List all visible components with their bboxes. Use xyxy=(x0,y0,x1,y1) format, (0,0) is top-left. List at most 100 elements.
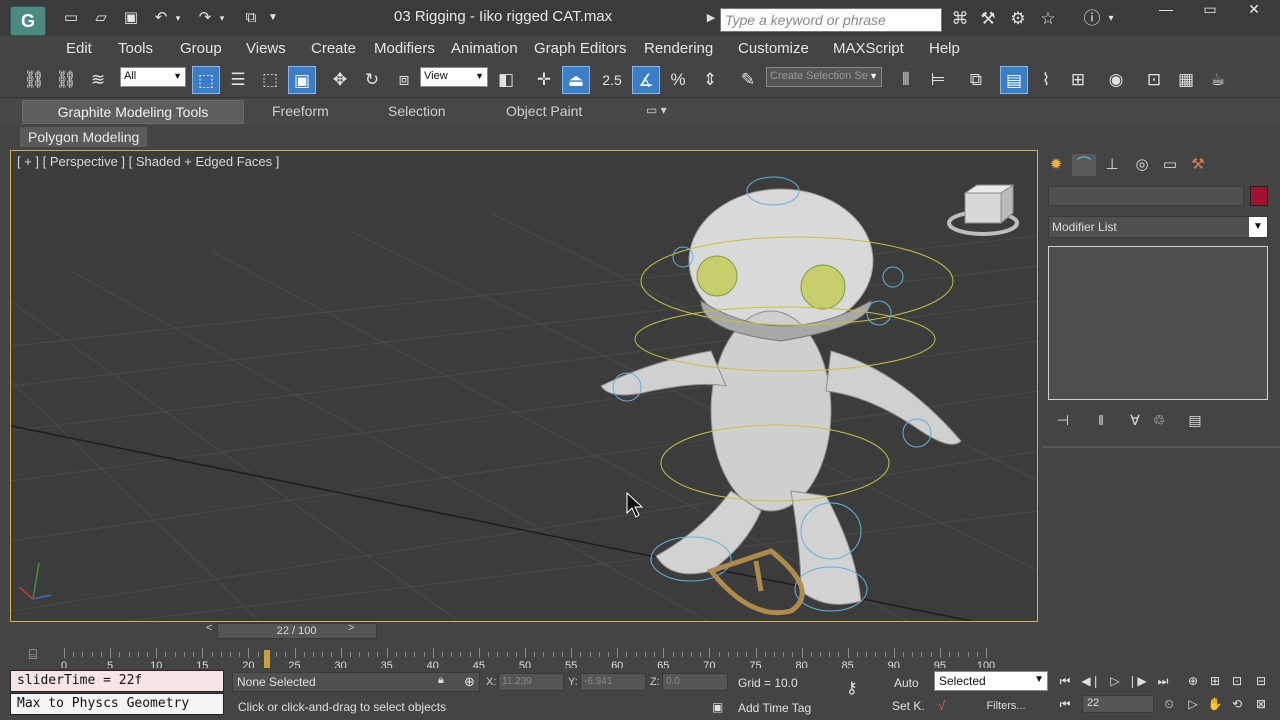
menu-tools[interactable]: Tools xyxy=(118,40,153,57)
maximize-viewport-icon[interactable]: ⊠ xyxy=(1250,695,1272,713)
add-time-tag-button[interactable]: Add Time Tag xyxy=(738,701,811,715)
tab-graphite-modeling-tools[interactable]: Graphite Modeling Tools xyxy=(22,100,244,124)
create-tab-icon[interactable]: ✹ xyxy=(1044,154,1068,176)
select-and-link-icon[interactable]: ⛓ xyxy=(20,66,48,94)
align-icon[interactable]: ⊨ xyxy=(924,66,952,94)
orbit-icon[interactable]: ⟲ xyxy=(1226,695,1248,713)
binoculars-icon[interactable]: ⌘ xyxy=(948,9,972,29)
selection-lock-icon[interactable]: 🔒︎ xyxy=(438,674,444,687)
next-frame-arrow-icon[interactable]: > xyxy=(348,622,354,634)
selection-filter-dropdown[interactable]: All ▼ xyxy=(120,67,186,87)
percent-snap-icon[interactable]: % xyxy=(664,66,692,94)
maxscript-listener-output[interactable]: sliderTime = 22f xyxy=(10,670,224,692)
next-frame-icon[interactable]: ❘▶︎ xyxy=(1126,672,1148,690)
snaps-toggle-icon[interactable]: 2.5 xyxy=(598,66,626,94)
perspective-viewport[interactable]: [ + ] [ Perspective ] [ Shaded + Edged F… xyxy=(10,150,1038,622)
z-coordinate-field[interactable]: 0.0 xyxy=(662,673,728,691)
menu-rendering[interactable]: Rendering xyxy=(644,40,713,57)
ribbon-options-icon[interactable]: ▭ ▾ xyxy=(638,100,675,124)
auto-key-button[interactable]: Auto xyxy=(894,676,919,690)
go-to-start-icon[interactable]: ⏮ xyxy=(1054,672,1076,690)
display-tab-icon[interactable]: ▭ xyxy=(1158,154,1182,176)
open-file-icon[interactable]: ▱ xyxy=(90,9,112,27)
motion-tab-icon[interactable]: ◎ xyxy=(1130,154,1154,176)
menu-customize[interactable]: Customize xyxy=(738,40,809,57)
keyboard-shortcut-override-icon[interactable]: ⏏ xyxy=(562,66,590,94)
select-and-manipulate-icon[interactable]: ✛ xyxy=(530,66,558,94)
menu-graph-editors[interactable]: Graph Editors xyxy=(534,40,627,57)
key-mode-toggle-icon[interactable]: ⏮ xyxy=(1054,695,1076,713)
select-by-name-icon[interactable]: ☰ xyxy=(224,66,252,94)
viewcube[interactable] xyxy=(947,184,1019,236)
hierarchy-tab-icon[interactable]: ⊥ xyxy=(1100,154,1124,176)
utilities-tab-icon[interactable]: ⚒ xyxy=(1186,154,1210,176)
undo-dropdown-icon[interactable]: ▾ xyxy=(172,9,184,27)
object-color-swatch[interactable] xyxy=(1250,186,1268,206)
menu-group[interactable]: Group xyxy=(180,40,222,57)
time-configuration-icon[interactable]: ⏲ xyxy=(1158,695,1180,713)
minimize-button[interactable]: — xyxy=(1144,0,1188,20)
absolute-mode-icon[interactable]: ⊕ xyxy=(464,674,475,690)
redo-icon[interactable]: ↷ xyxy=(194,9,216,27)
set-key-button[interactable]: Set K. xyxy=(892,699,925,713)
menu-views[interactable]: Views xyxy=(246,40,286,57)
save-file-icon[interactable]: ▣ xyxy=(120,9,142,27)
edit-named-selection-icon[interactable]: ✎ xyxy=(734,66,762,94)
undo-icon[interactable]: ↶ xyxy=(150,9,172,27)
layer-manager-icon[interactable]: ⧉ xyxy=(962,66,990,94)
menu-create[interactable]: Create xyxy=(311,40,356,57)
pivot-center-icon[interactable]: ◧ xyxy=(492,66,520,94)
select-object-icon[interactable]: ⬚ xyxy=(192,66,220,94)
select-and-rotate-icon[interactable]: ↻ xyxy=(358,66,386,94)
zoom-all-icon[interactable]: ⊞ xyxy=(1204,672,1226,690)
pan-view-icon[interactable]: ✋ xyxy=(1204,695,1226,713)
menu-edit[interactable]: Edit xyxy=(66,40,92,57)
open-mini-curve-editor-icon[interactable]: ⌸ xyxy=(22,646,44,662)
maxscript-listener-input[interactable]: Max to Physcs Geometry xyxy=(10,693,224,715)
previous-frame-arrow-icon[interactable]: < xyxy=(206,622,212,634)
modifier-list-dropdown[interactable]: Modifier List ▼ xyxy=(1048,216,1268,238)
set-key-icon[interactable]: ⚷ xyxy=(846,678,858,698)
y-coordinate-field[interactable]: -6.941 xyxy=(580,673,646,691)
help-icon[interactable]: ⓘ xyxy=(1080,9,1104,29)
go-to-end-icon[interactable]: ⏭ xyxy=(1152,672,1174,690)
bind-to-space-warp-icon[interactable]: ≋ xyxy=(84,66,112,94)
material-editor-icon[interactable]: ◉ xyxy=(1102,66,1130,94)
viewport-label[interactable]: [ + ] [ Perspective ] [ Shaded + Edged F… xyxy=(17,154,279,169)
play-icon[interactable]: ▷ xyxy=(1104,672,1126,690)
track-bar[interactable]: 0 5 10 15 20 25 30 35 40 45 50 55 60 65 70 75 80 85 90 95 10… xyxy=(60,648,995,672)
current-frame-field[interactable]: 22 xyxy=(1082,695,1154,713)
maximize-button[interactable]: ▭ xyxy=(1188,0,1232,20)
modifier-stack[interactable] xyxy=(1048,246,1268,400)
menu-animation[interactable]: Animation xyxy=(451,40,518,57)
pin-stack-icon[interactable]: ⊣ xyxy=(1052,410,1074,430)
zoom-extents-all-icon[interactable]: ⊟ xyxy=(1250,672,1272,690)
named-selection-dropdown[interactable]: Create Selection Se ▼ xyxy=(766,67,882,87)
schematic-view-icon[interactable]: ⊞ xyxy=(1064,66,1092,94)
zoom-icon[interactable]: ⊕ xyxy=(1182,672,1204,690)
modify-tab-icon[interactable]: ⌒ xyxy=(1072,154,1096,176)
render-production-icon[interactable]: ☕ xyxy=(1204,66,1232,94)
x-coordinate-field[interactable]: 11.239 xyxy=(498,673,564,691)
project-folder-icon[interactable]: ⧉ xyxy=(240,9,262,27)
window-crossing-icon[interactable]: ▣ xyxy=(288,66,316,94)
configure-modifier-sets-icon[interactable]: ▤ xyxy=(1184,410,1206,430)
render-setup-icon[interactable]: ⊡ xyxy=(1140,66,1168,94)
select-and-move-icon[interactable]: ✥ xyxy=(326,66,354,94)
graphite-toggle-icon[interactable]: ▤ xyxy=(1000,66,1028,94)
spinner-snap-icon[interactable]: ⇕ xyxy=(696,66,724,94)
quick-access-dropdown-icon[interactable]: ▼ xyxy=(266,9,280,27)
menu-help[interactable]: Help xyxy=(929,40,960,57)
remove-modifier-icon[interactable]: ♲ xyxy=(1148,410,1170,430)
curve-editor-icon[interactable]: ⌇ xyxy=(1032,66,1060,94)
rendered-frame-window-icon[interactable]: ▦ xyxy=(1172,66,1200,94)
mirror-icon[interactable]: ⫴ xyxy=(892,66,920,94)
new-file-icon[interactable]: ▭ xyxy=(60,9,82,27)
search-expand-icon[interactable]: ▶ xyxy=(704,9,718,27)
rectangular-selection-icon[interactable]: ⬚ xyxy=(256,66,284,94)
help-dropdown-icon[interactable]: ▾ xyxy=(1104,9,1118,29)
zoom-extents-icon[interactable]: ⊡ xyxy=(1226,672,1248,690)
key-filters-button[interactable]: Filters... xyxy=(968,696,1044,716)
object-name-field[interactable] xyxy=(1048,186,1244,206)
infocenter-search-input[interactable]: Type a keyword or phrase xyxy=(720,8,942,32)
